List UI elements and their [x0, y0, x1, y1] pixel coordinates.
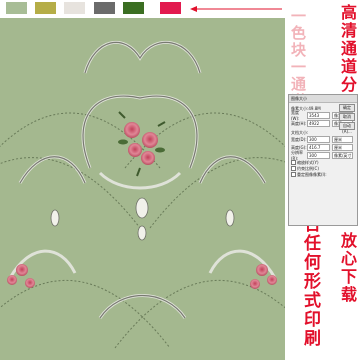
- resample-label: 重定图像像素(I):: [297, 172, 327, 177]
- rose-cluster-right: [250, 264, 277, 289]
- checkbox-icon: [291, 172, 296, 177]
- constrain-label: 约束比例(C): [297, 166, 319, 171]
- checkbox-icon: [291, 160, 296, 165]
- height-label: 高度(H):: [291, 120, 307, 126]
- doc-height-input[interactable]: 416.7: [307, 144, 330, 151]
- height-input[interactable]: 4922: [307, 120, 330, 127]
- color-swatch-strip: [0, 0, 190, 16]
- doc-width-label: 宽度(D):: [291, 136, 307, 142]
- scale-styles-label: 缩放样式(Y): [297, 160, 319, 165]
- swatch-cream: [64, 2, 85, 14]
- swatch-olive: [35, 2, 56, 14]
- width-input[interactable]: 3543: [307, 112, 330, 119]
- resolution-input[interactable]: 300: [307, 152, 330, 159]
- ok-button[interactable]: 确定: [339, 104, 355, 112]
- scale-styles-checkbox[interactable]: 缩放样式(Y): [291, 160, 355, 165]
- doc-width-row: 宽度(D): 300 厘米: [291, 136, 355, 143]
- swatch-crimson: [160, 2, 181, 14]
- swatch-green: [123, 2, 144, 14]
- arrow-left-icon: [190, 6, 282, 12]
- resolution-unit-select[interactable]: 像素/英寸: [332, 152, 353, 159]
- auto-button[interactable]: 自动(A)...: [339, 122, 355, 134]
- wallpaper-pattern: [0, 18, 285, 360]
- resample-checkbox[interactable]: 重定图像像素(I):: [291, 172, 355, 177]
- doc-height-unit-select[interactable]: 厘米: [332, 144, 353, 151]
- swatch-grey: [94, 2, 115, 14]
- checkbox-icon: [291, 166, 296, 171]
- width-label: 宽度(W):: [291, 110, 300, 121]
- constrain-proportions-checkbox[interactable]: 约束比例(C): [291, 166, 355, 171]
- doc-width-unit-select[interactable]: 厘米: [332, 136, 353, 143]
- image-size-dialog: 图像大小 像素大小:49.8M 宽度(W): 3543 像素 高度(H): 49…: [288, 94, 358, 226]
- dialog-title: 图像大小: [289, 95, 357, 103]
- rose-cluster-left: [7, 264, 35, 288]
- download-note: 放心下载: [338, 232, 357, 304]
- swatch-sage: [6, 2, 27, 14]
- cancel-button[interactable]: 取消: [339, 113, 355, 121]
- resolution-row: 分辨率(R): 300 像素/英寸: [291, 150, 355, 161]
- damask-ornament: [0, 40, 285, 349]
- doc-width-input[interactable]: 300: [307, 136, 330, 143]
- rose-bouquet-center: [118, 111, 166, 177]
